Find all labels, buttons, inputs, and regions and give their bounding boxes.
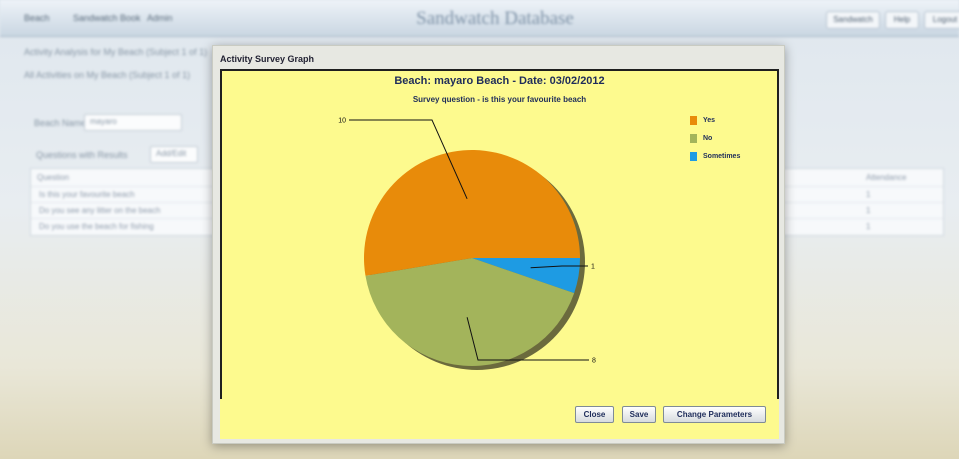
breadcrumb-activities: All Activities on My Beach (Subject 1 of… (24, 70, 191, 80)
survey-graph-dialog: Activity Survey Graph Beach: mayaro Beac… (212, 45, 785, 444)
pie-slice-yes (364, 150, 580, 276)
sandwatch-button[interactable]: Sandwatch (826, 11, 880, 29)
legend-label-no: No (703, 134, 713, 142)
results-tab[interactable]: Questions with Results (36, 150, 128, 160)
row-value: 1 (866, 206, 871, 215)
row-question: Is this your favourite beach (39, 190, 135, 199)
value-label-sometimes: 1 (591, 264, 595, 271)
beach-name-input[interactable]: mayaro (84, 114, 182, 131)
legend-swatch-sometimes (690, 151, 697, 161)
legend-item-yes: Yes (690, 114, 740, 126)
row-question: Do you use the beach for fishing (39, 222, 154, 231)
row-value: 1 (866, 190, 871, 199)
legend-label-sometimes: Sometimes (703, 152, 741, 160)
row-question: Do you see any litter on the beach (39, 206, 161, 215)
legend-item-no: No (690, 132, 740, 144)
dialog-title: Activity Survey Graph (220, 54, 315, 64)
help-button[interactable]: Help (885, 11, 919, 29)
change-parameters-button[interactable]: Change Parameters (663, 406, 766, 423)
app-title: Sandwatch Database (416, 8, 574, 29)
legend-label-yes: Yes (703, 116, 716, 124)
logout-button[interactable]: Logout (924, 11, 959, 29)
value-label-no: 8 (592, 358, 596, 365)
beach-name-value: mayaro (90, 117, 117, 126)
table-header-question: Question (37, 173, 70, 182)
row-value: 1 (866, 222, 871, 231)
add-edit-label: Add/Edit (156, 149, 187, 158)
chart-legend: Yes No Sometimes (690, 114, 740, 168)
nav-link-sandwatch-book[interactable]: Sandwatch Book (73, 13, 141, 23)
pie-chart: Beach: mayaro Beach - Date: 03/02/2012 S… (220, 69, 779, 401)
nav-link-beach[interactable]: Beach (24, 13, 50, 23)
legend-item-sometimes: Sometimes (690, 150, 740, 162)
dialog-button-bar: Close Save Change Parameters (220, 399, 779, 439)
add-edit-button[interactable]: Add/Edit (150, 146, 198, 163)
save-button[interactable]: Save (622, 406, 656, 423)
nav-link-admin[interactable]: Admin (147, 13, 173, 23)
value-label-yes: 10 (338, 118, 346, 125)
legend-swatch-yes (690, 115, 697, 125)
beach-name-label: Beach Name (34, 118, 87, 128)
breadcrumb-analysis: Activity Analysis for My Beach (Subject … (24, 47, 208, 57)
table-header-attendance: Attendance (866, 173, 907, 182)
legend-swatch-no (690, 133, 697, 143)
top-nav-bar: Beach Sandwatch Book Admin Sandwatch Dat… (0, 0, 959, 37)
close-button[interactable]: Close (575, 406, 614, 423)
